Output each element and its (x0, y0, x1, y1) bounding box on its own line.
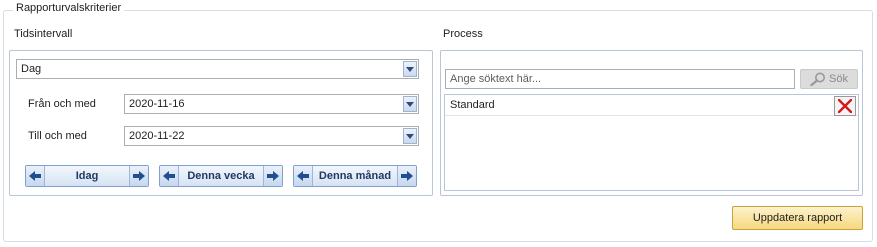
arrow-left-icon (297, 171, 309, 181)
arrow-right-icon (401, 171, 413, 181)
from-date-picker[interactable]: 2020-11-16 (124, 94, 419, 114)
search-icon (810, 72, 826, 86)
today-nav: Idag (25, 165, 149, 187)
process-search-placeholder: Ange söktext här... (450, 73, 542, 85)
criteria-group-title: Rapporturvalskriterier (13, 2, 125, 14)
this-month-nav: Denna månad (293, 165, 417, 187)
list-item[interactable]: Standard (445, 95, 858, 116)
process-search-input[interactable]: Ange söktext här... (445, 69, 795, 89)
search-button-label: Sök (829, 73, 848, 85)
from-date-label: Från och med (28, 98, 96, 110)
process-item-label: Standard (450, 99, 495, 111)
this-week-nav: Denna vecka (159, 165, 283, 187)
arrow-left-icon (163, 171, 175, 181)
to-date-label: Till och med (28, 130, 87, 142)
previous-month-button[interactable] (294, 166, 313, 186)
chevron-down-icon[interactable] (403, 61, 417, 77)
remove-process-button[interactable] (834, 96, 856, 116)
previous-week-button[interactable] (160, 166, 179, 186)
arrow-right-icon (267, 171, 279, 181)
chevron-down-icon[interactable] (403, 96, 417, 112)
this-month-button[interactable]: Denna månad (313, 166, 397, 186)
today-button[interactable]: Idag (45, 166, 129, 186)
to-date-value: 2020-11-22 (129, 130, 185, 142)
close-icon (838, 99, 852, 113)
to-date-picker[interactable]: 2020-11-22 (124, 126, 419, 146)
previous-day-button[interactable] (26, 166, 45, 186)
period-select-value: Dag (21, 63, 42, 75)
from-date-value: 2020-11-16 (129, 98, 185, 110)
this-week-button[interactable]: Denna vecka (179, 166, 263, 186)
arrow-left-icon (29, 171, 41, 181)
chevron-down-icon[interactable] (403, 128, 417, 144)
next-day-button[interactable] (129, 166, 148, 186)
search-button[interactable]: Sök (800, 69, 858, 89)
process-heading: Process (443, 28, 483, 40)
next-month-button[interactable] (397, 166, 416, 186)
update-report-button[interactable]: Uppdatera rapport (732, 206, 863, 230)
time-interval-heading: Tidsintervall (14, 28, 73, 40)
period-select[interactable]: Dag (16, 59, 419, 79)
next-week-button[interactable] (263, 166, 282, 186)
process-list: Standard (444, 94, 859, 191)
arrow-right-icon (133, 171, 145, 181)
